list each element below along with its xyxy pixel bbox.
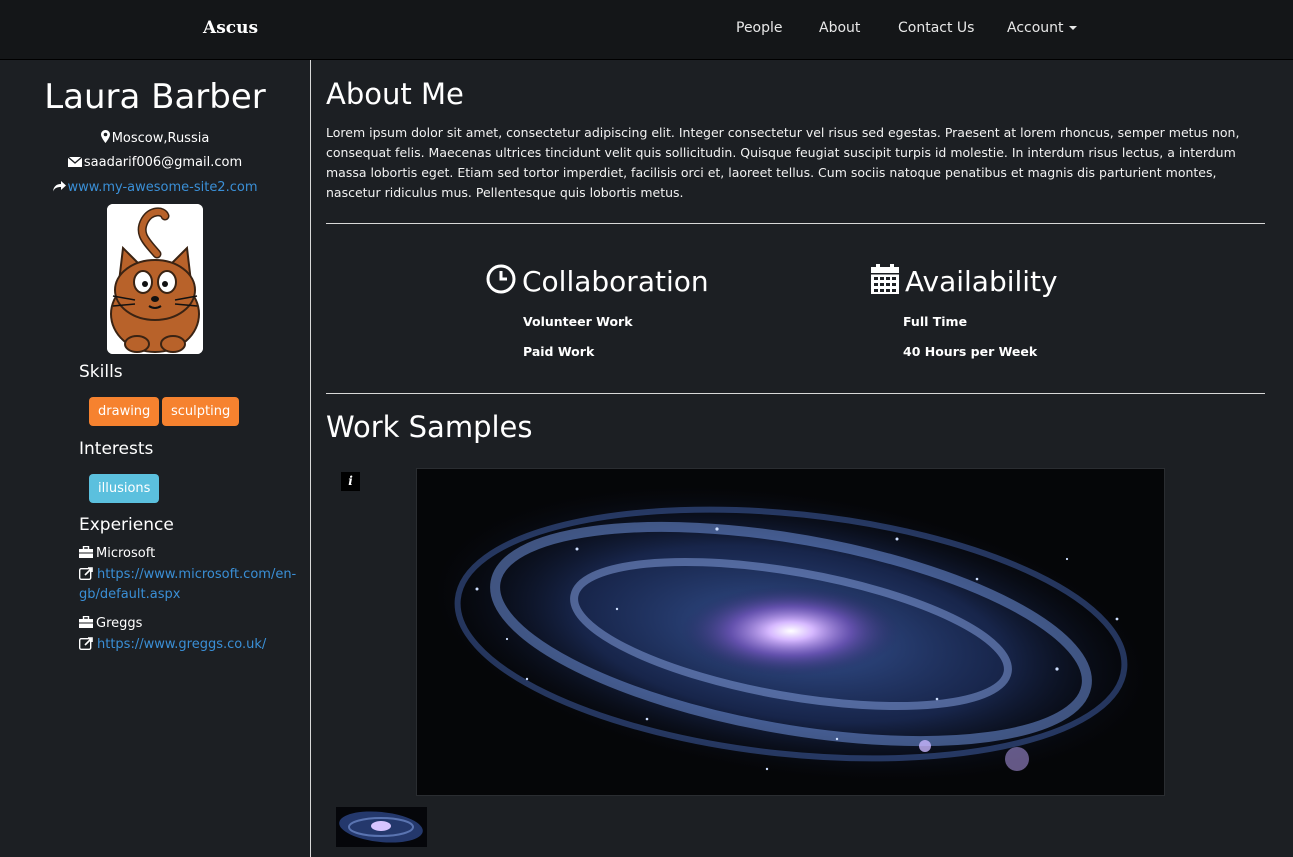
company-name: Greggs <box>96 616 143 631</box>
caret-down-icon <box>1068 26 1077 30</box>
profile-sidebar: Laura Barber Moscow,Russia saadarif006@g… <box>0 60 310 857</box>
nav-item-people[interactable]: People <box>736 20 783 36</box>
collaboration-heading: Collaboration <box>486 264 709 298</box>
availability-title: Availability <box>905 265 1058 298</box>
company-link[interactable]: https://www.microsoft.com/en-gb/default.… <box>79 567 296 602</box>
company-name: Microsoft <box>96 546 156 561</box>
share-arrow-icon <box>52 181 66 192</box>
main-content: About Me Lorem ipsum dolor sit amet, con… <box>311 60 1293 857</box>
account-label: Account <box>1007 20 1064 36</box>
experience-company: Greggs <box>79 615 143 631</box>
galaxy-image <box>417 469 1164 795</box>
website-link[interactable]: www.my-awesome-site2.com <box>68 180 258 195</box>
briefcase-icon <box>79 615 93 628</box>
profile-email: saadarif006@gmail.com <box>0 155 310 170</box>
interests-title: Interests <box>79 439 154 459</box>
external-link-icon <box>79 567 93 580</box>
nav-item-account[interactable]: Account <box>1007 20 1077 36</box>
about-title: About Me <box>326 77 464 111</box>
clock-icon <box>486 264 516 294</box>
about-text: Lorem ipsum dolor sit amet, consectetur … <box>326 125 1240 200</box>
navbar: Ascus People About Contact Us Account <box>0 0 1293 60</box>
profile-name: Laura Barber <box>44 77 266 117</box>
briefcase-icon <box>79 545 93 558</box>
work-samples-title: Work Samples <box>326 410 533 444</box>
experience-company: Microsoft <box>79 545 156 561</box>
map-marker-icon <box>100 130 110 143</box>
envelope-icon <box>67 156 83 167</box>
availability-heading: Availability <box>871 264 1058 298</box>
gallery-thumbnail[interactable] <box>336 807 427 847</box>
experience-url: https://www.microsoft.com/en-gb/default.… <box>79 565 297 605</box>
experience-url: https://www.greggs.co.uk/ <box>79 635 297 655</box>
info-icon[interactable]: i <box>341 472 360 491</box>
galaxy-thumbnail-image <box>336 807 427 847</box>
experience-title: Experience <box>79 515 174 535</box>
skill-tag-drawing[interactable]: drawing <box>89 397 160 426</box>
skill-tag-sculpting[interactable]: sculpting <box>162 397 240 426</box>
profile-website: www.my-awesome-site2.com <box>0 180 310 195</box>
cat-avatar-image <box>107 204 203 354</box>
avatar <box>107 204 203 354</box>
external-link-icon <box>79 637 93 650</box>
collaboration-title: Collaboration <box>522 265 709 298</box>
divider <box>326 393 1265 394</box>
location-text: Moscow,Russia <box>111 131 210 146</box>
availability-item: 40 Hours per Week <box>903 344 1038 359</box>
skills-title: Skills <box>79 362 123 382</box>
calendar-icon <box>871 264 899 294</box>
email-text: saadarif006@gmail.com <box>83 155 243 170</box>
divider <box>326 223 1265 224</box>
gallery-main-image[interactable] <box>416 468 1165 796</box>
nav-item-contact-us[interactable]: Contact Us <box>898 20 974 36</box>
nav-item-about[interactable]: About <box>819 20 860 36</box>
availability-item: Full Time <box>903 314 968 329</box>
interest-tag-illusions[interactable]: illusions <box>89 474 160 503</box>
company-link[interactable]: https://www.greggs.co.uk/ <box>97 637 266 652</box>
brand-logo[interactable]: Ascus <box>203 18 258 38</box>
collaboration-item: Paid Work <box>523 344 595 359</box>
profile-location: Moscow,Russia <box>0 130 310 146</box>
collaboration-item: Volunteer Work <box>523 314 633 329</box>
